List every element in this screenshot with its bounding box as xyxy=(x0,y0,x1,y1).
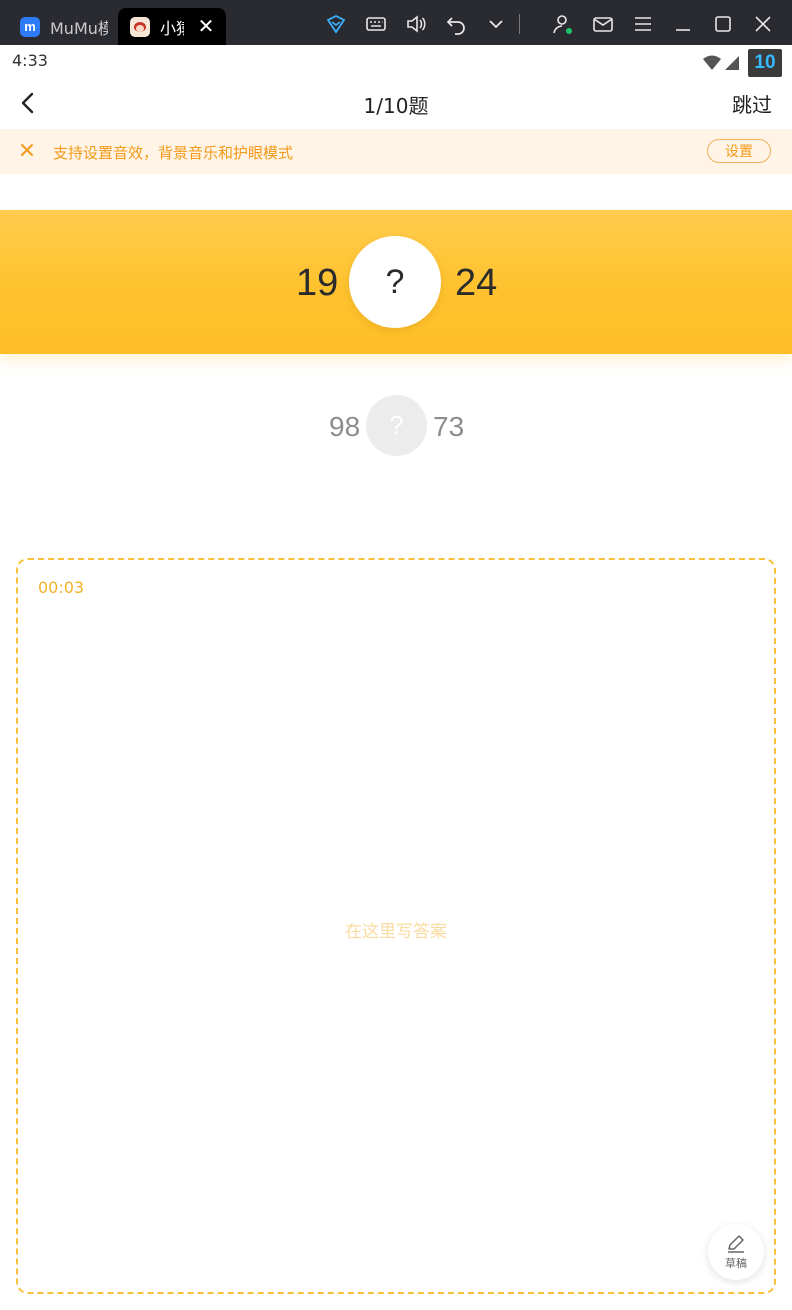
tab-mumu-label: MuMu模拟器 xyxy=(50,18,108,38)
wifi-icon xyxy=(703,55,721,70)
close-icon[interactable]: ✕ xyxy=(196,16,216,36)
keyboard-icon[interactable] xyxy=(360,8,392,40)
next-question-mark: ? xyxy=(366,395,427,456)
page-title: 1/10题 xyxy=(363,94,429,118)
close-icon[interactable] xyxy=(16,139,38,161)
window-close-icon[interactable] xyxy=(747,8,779,40)
answer-writing-area[interactable]: 00:03 在这里写答案 草稿 xyxy=(16,558,776,1294)
signal-icon xyxy=(725,56,739,70)
next-left-number: 98 xyxy=(329,411,361,442)
skip-button[interactable]: 跳过 xyxy=(732,89,772,118)
tip-banner: 支持设置音效，背景音乐和护眼模式 设置 xyxy=(0,129,792,174)
app-logo-icon xyxy=(130,16,150,37)
question-right-number: 24 xyxy=(455,262,498,304)
tab-app[interactable]: 小猿口算 ✕ xyxy=(118,8,226,45)
draft-button[interactable]: 草稿 xyxy=(708,1224,764,1280)
counter-badge: 10 xyxy=(748,49,782,77)
question-mark: ? xyxy=(349,236,441,328)
gamepad-icon[interactable] xyxy=(320,8,352,40)
draft-label: 草稿 xyxy=(725,1256,747,1270)
answer-placeholder: 在这里写答案 xyxy=(345,922,447,942)
tab-app-label: 小猿口算 xyxy=(160,18,184,38)
next-right-number: 73 xyxy=(433,411,465,442)
toolbar-divider xyxy=(514,8,524,40)
timer: 00:03 xyxy=(38,578,85,597)
tip-text: 支持设置音效，背景音乐和护眼模式 xyxy=(53,144,294,162)
undo-icon[interactable] xyxy=(440,8,472,40)
volume-icon[interactable] xyxy=(400,8,432,40)
mail-icon[interactable] xyxy=(587,8,619,40)
maximize-icon[interactable] xyxy=(707,8,739,40)
status-bar: 4:33 10 xyxy=(0,45,792,77)
pencil-icon xyxy=(728,1234,744,1253)
menu-icon[interactable] xyxy=(627,8,659,40)
tab-mumu[interactable]: m MuMu模拟器 xyxy=(10,8,110,45)
settings-button[interactable]: 设置 xyxy=(707,139,771,163)
mumu-logo-icon: m xyxy=(20,16,40,37)
current-question-panel: 19 ? 24 xyxy=(0,210,792,354)
minimize-icon[interactable] xyxy=(667,8,699,40)
emulator-titlebar: m MuMu模拟器 小猿口算 ✕ xyxy=(0,0,792,45)
chevron-down-icon[interactable] xyxy=(480,8,512,40)
user-icon[interactable] xyxy=(547,8,579,40)
status-time: 4:33 xyxy=(12,51,48,70)
status-icons: 10 xyxy=(702,49,782,77)
app-bar: 1/10题 跳过 xyxy=(0,77,792,129)
next-question-preview: 98 ? 73 xyxy=(0,395,792,457)
question-left-number: 19 xyxy=(296,262,339,304)
